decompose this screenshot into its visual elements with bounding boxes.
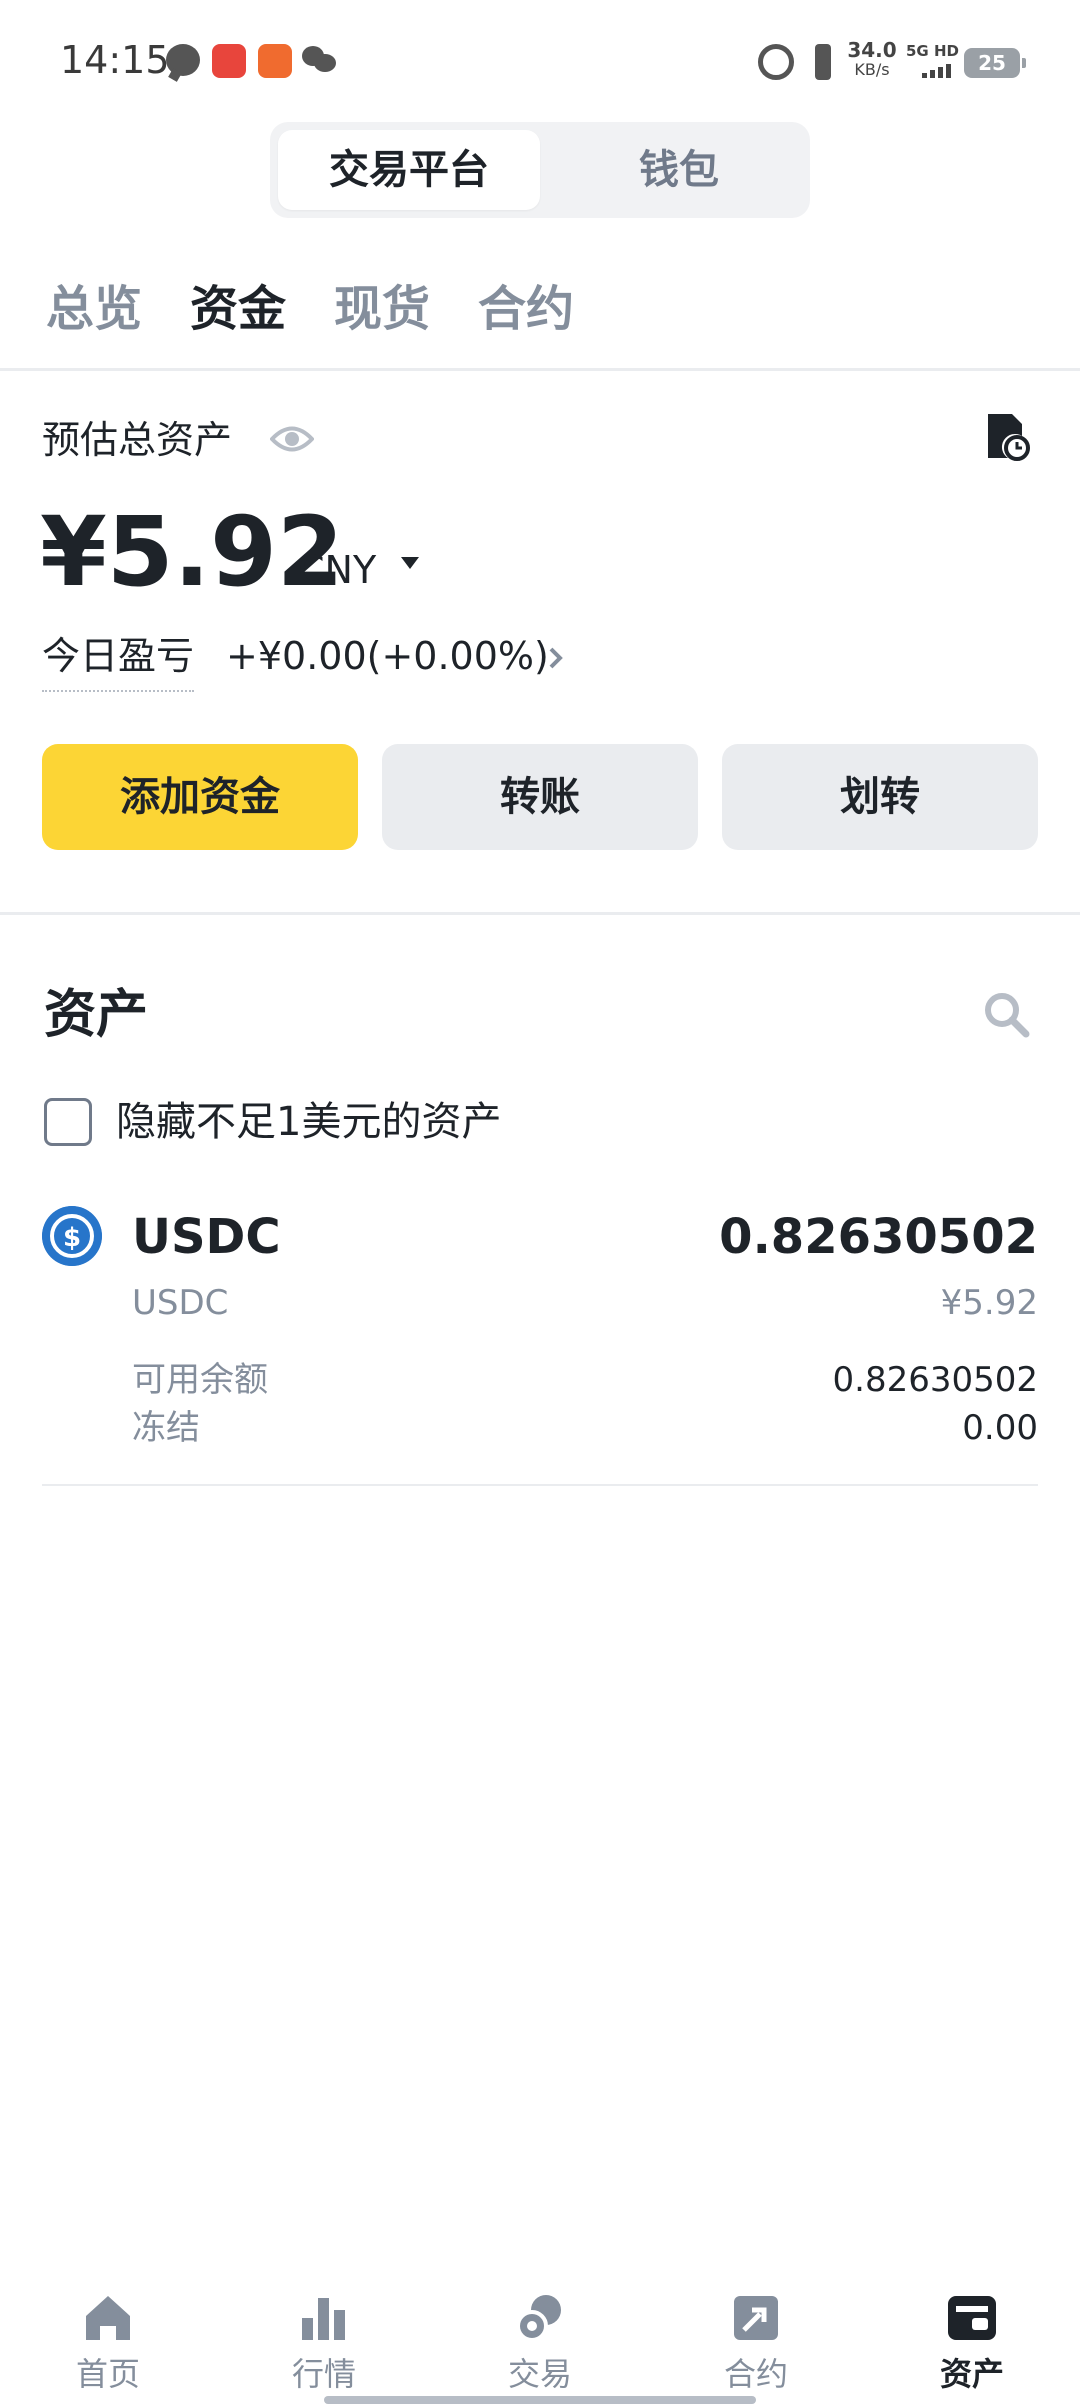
available-value: 0.82630502 [832,1360,1039,1400]
transfer-button[interactable]: 转账 [382,744,698,850]
pnl-label[interactable]: 今日盈亏 [42,628,195,692]
asset-quantity: 0.82630502 [719,1209,1038,1265]
nav-home[interactable]: 首页 [38,2270,178,2396]
alarm-icon [758,44,794,80]
estimated-balance-label: 预估总资产 [42,418,233,462]
nav-label: 资产 [939,2355,1004,2393]
tab-funding[interactable]: 资金 [190,274,286,344]
section-divider [0,912,1080,915]
usdc-icon: $ [42,1206,102,1266]
status-bar: 14:15 34.0 KB/s 5G HD 25 [0,0,1080,120]
nav-label: 行情 [291,2355,356,2393]
tabs-divider [0,368,1080,371]
nav-label: 合约 [723,2355,788,2393]
app-notification-icon [212,44,246,78]
trade-icon [516,2295,561,2342]
markets-icon [302,2298,345,2340]
caret-down-icon[interactable] [400,556,420,570]
pnl-value: +¥0.00(+0.00%) [226,634,549,678]
assets-title: 资产 [44,985,149,1045]
tab-futures[interactable]: 合约 [478,274,574,344]
wallet-icon [948,2296,996,2340]
available-label: 可用余额 [132,1360,268,1400]
nav-label: 交易 [507,2355,572,2393]
tab-overview[interactable]: 总览 [46,274,142,344]
search-icon[interactable] [982,990,1030,1038]
hide-small-assets-checkbox[interactable] [44,1098,92,1146]
internal-transfer-button[interactable]: 划转 [722,744,1038,850]
tab-spot[interactable]: 现货 [334,274,430,344]
add-funds-button[interactable]: 添加资金 [42,744,358,850]
asset-tabs: 总览 资金 现货 合约 [46,274,574,344]
svg-text:$: $ [63,1223,81,1253]
vibrate-icon [806,44,840,80]
home-icon [86,2296,130,2340]
row-divider [42,1484,1038,1486]
history-icon[interactable] [986,412,1030,462]
nav-markets[interactable]: 行情 [254,2270,394,2396]
chevron-right-icon[interactable] [548,646,564,670]
network-speed: 34.0 KB/s [847,38,897,79]
message-icon [166,44,200,76]
home-indicator[interactable] [324,2396,756,2404]
signal-icon [922,62,958,78]
asset-value: ¥5.92 [940,1283,1038,1323]
segment-wallet[interactable]: 钱包 [548,130,810,210]
app-notification-icon [258,44,292,78]
asset-symbol: USDC [132,1209,281,1265]
platform-switcher: 交易平台 钱包 [270,122,810,218]
nav-trade[interactable]: 交易 [470,2270,610,2396]
battery-icon: 25 [964,48,1026,78]
nav-futures[interactable]: 合约 [686,2270,826,2396]
nav-assets[interactable]: 资产 [902,2270,1042,2396]
asset-name: USDC [132,1283,229,1323]
signal-label: 5G HD [906,42,959,60]
nav-label: 首页 [75,2355,140,2393]
bottom-nav: 首页 行情 交易 合约 资产 [0,2270,1080,2408]
futures-icon [734,2296,778,2340]
segment-exchange[interactable]: 交易平台 [278,130,540,210]
status-time: 14:15 [60,38,170,82]
frozen-label: 冻结 [132,1408,200,1448]
wechat-icon [302,44,338,74]
hide-small-assets-label[interactable]: 隐藏不足1美元的资产 [116,1094,501,1150]
frozen-value: 0.00 [962,1408,1038,1448]
eye-icon[interactable] [270,422,314,456]
currency-selector[interactable]: CNY [298,542,376,598]
